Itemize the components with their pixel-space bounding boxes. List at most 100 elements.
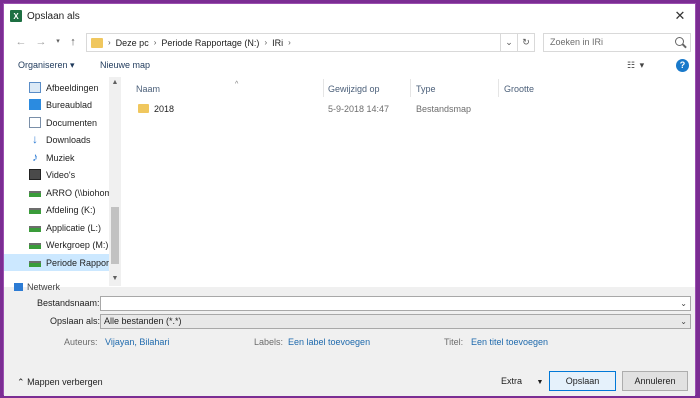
column-header-gewijzigd[interactable]: Gewijzigd op — [328, 84, 380, 94]
authors-value[interactable]: Vijayan, Bilahari — [105, 337, 169, 347]
network-drive-icon — [29, 243, 41, 249]
save-button[interactable]: Opslaan — [549, 371, 616, 391]
sidebar-item-label: Afbeeldingen — [46, 82, 99, 93]
sidebar-item-netwerk[interactable]: Netwerk — [27, 282, 60, 292]
sidebar-item-documenten[interactable]: Documenten — [4, 114, 109, 131]
sidebar-item-label: Periode Rapport — [46, 257, 109, 268]
savetype-dropdown-icon[interactable]: ⌄ — [680, 315, 687, 328]
sidebar-item-label: Video's — [46, 169, 76, 180]
file-row[interactable]: 2018 5-9-2018 14:47 Bestandsmap — [126, 99, 694, 118]
scroll-down-icon[interactable]: ▼ — [109, 275, 121, 282]
cancel-button[interactable]: Annuleren — [622, 371, 688, 391]
extra-dropdown[interactable]: Extra ▼ — [501, 376, 543, 386]
title-label: Titel: — [444, 337, 464, 347]
column-header-grootte[interactable]: Grootte — [504, 84, 534, 94]
search-icon — [675, 37, 684, 46]
navigation-pane: Afbeeldingen Bureaublad Documenten ↓ Dow… — [4, 77, 121, 286]
command-toolbar: Organiseren ▾ Nieuwe map ☷ ▾ ? — [4, 56, 695, 76]
sidebar-item-label: Documenten — [46, 117, 98, 128]
new-folder-button[interactable]: Nieuwe map — [100, 60, 150, 70]
close-button[interactable]: ✕ — [671, 7, 689, 25]
sidebar-item-label: Afdeling (K:) — [46, 204, 96, 215]
sidebar-scrollbar[interactable]: ▲ ▼ — [109, 77, 121, 286]
file-name: 2018 — [154, 104, 175, 114]
column-header-naam[interactable]: Naam ^ — [136, 81, 238, 94]
title-link[interactable]: Een titel toevoegen — [471, 337, 548, 347]
file-type: Bestandsmap — [416, 104, 472, 114]
organize-button[interactable]: Organiseren ▾ — [18, 60, 75, 71]
desktop-icon — [29, 99, 41, 110]
sidebar-item-downloads[interactable]: ↓ Downloads — [4, 131, 109, 148]
labels-link[interactable]: Een label toevoegen — [288, 337, 370, 347]
savetype-select[interactable]: Alle bestanden (*.*) ⌄ — [100, 314, 691, 329]
sidebar-item-label: ARRO (\\biohom — [46, 187, 109, 198]
hide-folders-button[interactable]: ⌃ Mappen verbergen — [17, 377, 103, 388]
folder-icon — [91, 37, 103, 48]
excel-icon: X — [10, 10, 22, 22]
authors-label: Auteurs: — [64, 337, 98, 347]
savetype-value: Alle bestanden (*.*) — [104, 316, 182, 326]
column-divider[interactable] — [323, 79, 324, 97]
extra-chevron-icon: ▼ — [536, 379, 544, 386]
sidebar-item-label: Downloads — [46, 134, 91, 145]
breadcrumb-deze-pc[interactable]: Deze pc — [116, 38, 149, 48]
column-header-type[interactable]: Type — [416, 84, 436, 94]
search-input[interactable]: Zoeken in IRi — [543, 33, 691, 52]
breadcrumb-separator-icon: › — [288, 38, 291, 47]
up-arrow-icon[interactable]: ↑ — [66, 34, 80, 50]
filename-input[interactable]: ⌄ — [100, 296, 691, 311]
address-dropdown-icon[interactable]: ⌄ — [500, 34, 517, 51]
network-drive-icon — [29, 191, 41, 197]
labels-label: Labels: — [254, 337, 284, 347]
address-bar[interactable]: › Deze pc › Periode Rapportage (N:) › IR… — [86, 33, 535, 52]
back-arrow-icon[interactable]: ← — [14, 34, 28, 50]
network-drive-icon — [29, 208, 41, 214]
chevron-up-icon: ⌃ — [17, 377, 25, 387]
forward-arrow-icon[interactable]: → — [34, 34, 48, 50]
sort-ascending-icon: ^ — [235, 81, 239, 88]
hide-folders-label: Mappen verbergen — [27, 377, 103, 387]
window-title: Opslaan als — [27, 11, 80, 22]
sidebar-item-label: Muziek — [46, 152, 75, 163]
sidebar-item-afdeling[interactable]: Afdeling (K:) — [4, 201, 109, 218]
network-drive-icon — [29, 226, 41, 232]
view-options-icon[interactable]: ☷ ▾ — [627, 60, 645, 71]
sidebar-item-label: Bureaublad — [46, 99, 93, 110]
title-bar: X Opslaan als ✕ — [4, 4, 695, 28]
filename-dropdown-icon[interactable]: ⌄ — [680, 297, 687, 310]
sidebar-item-werkgroep[interactable]: Werkgroep (M:) — [4, 236, 109, 253]
file-list: Naam ^ Gewijzigd op Type Grootte 2018 5-… — [126, 77, 694, 286]
sidebar-item-arro[interactable]: ARRO (\\biohom — [4, 184, 109, 201]
sidebar-item-videos[interactable]: Video's — [4, 166, 109, 183]
pictures-icon — [29, 82, 41, 93]
breadcrumb-separator-icon: › — [264, 38, 268, 47]
network-icon — [14, 283, 23, 291]
navigation-row: ← → ▾ ↑ › Deze pc › Periode Rapportage (… — [4, 30, 695, 54]
music-icon: ♪ — [32, 150, 38, 164]
help-icon[interactable]: ? — [676, 59, 689, 72]
downloads-icon: ↓ — [32, 132, 38, 146]
sidebar-item-applicatie[interactable]: Applicatie (L:) — [4, 219, 109, 236]
save-options-pane: Netwerk Bestandsnaam: ⌄ Opslaan als: All… — [4, 282, 695, 396]
filename-label: Bestandsnaam: — [37, 298, 100, 308]
video-icon — [29, 169, 41, 180]
file-modified: 5-9-2018 14:47 — [328, 104, 390, 114]
breadcrumb-periode-rapportage[interactable]: Periode Rapportage (N:) — [161, 38, 259, 48]
refresh-icon[interactable]: ↻ — [517, 34, 534, 51]
documents-icon — [29, 117, 41, 128]
column-divider[interactable] — [498, 79, 499, 97]
sidebar-item-periode-rapportage[interactable]: Periode Rapport — [4, 254, 109, 271]
search-placeholder: Zoeken in IRi — [550, 37, 604, 47]
column-divider[interactable] — [410, 79, 411, 97]
sidebar-item-afbeeldingen[interactable]: Afbeeldingen — [4, 79, 109, 96]
scrollbar-thumb[interactable] — [111, 207, 119, 264]
breadcrumb-iri[interactable]: IRi — [272, 38, 283, 48]
folder-icon — [138, 104, 149, 113]
sidebar-item-label: Applicatie (L:) — [46, 222, 102, 233]
breadcrumb-separator-icon: › — [153, 38, 157, 47]
sidebar-item-muziek[interactable]: ♪ Muziek — [4, 149, 109, 166]
savetype-label: Opslaan als: — [50, 316, 101, 326]
recent-chevron-icon[interactable]: ▾ — [51, 34, 65, 50]
scroll-up-icon[interactable]: ▲ — [109, 79, 121, 86]
sidebar-item-bureaublad[interactable]: Bureaublad — [4, 96, 109, 113]
